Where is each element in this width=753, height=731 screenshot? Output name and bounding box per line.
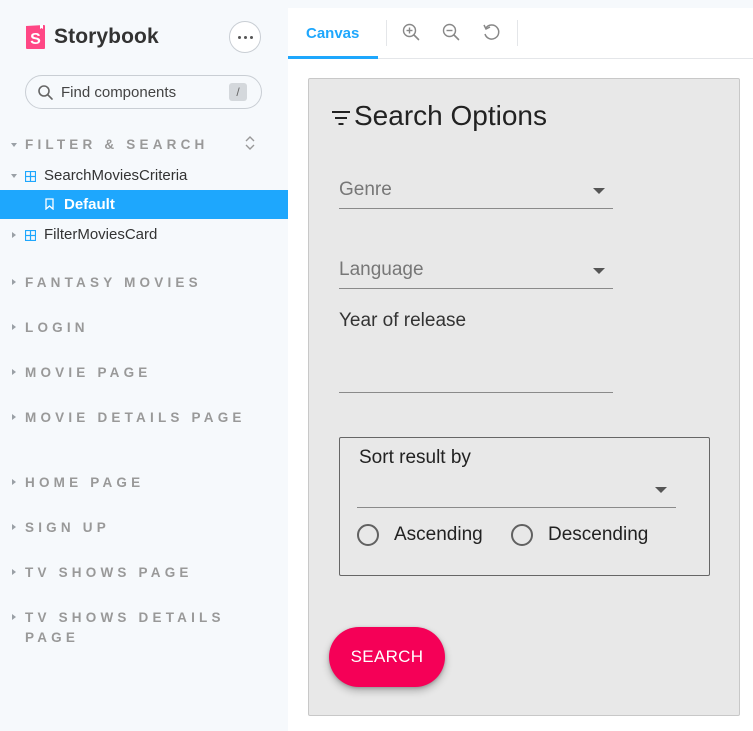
dropdown-arrow-icon <box>593 188 605 194</box>
sidebar-group-fantasy-movies[interactable]: FANTASY MOVIES <box>25 273 265 293</box>
caret-right-icon <box>12 324 16 330</box>
search-icon <box>38 85 53 100</box>
radio-ascending-label: Ascending <box>394 524 483 545</box>
card-title: Search Options <box>354 100 547 131</box>
radio-descending[interactable]: Descending <box>511 522 648 548</box>
sidebar-group-tv-shows-details-page[interactable]: TV SHOWS DETAILS PAGE <box>25 608 265 648</box>
radio-ascending[interactable]: Ascending <box>357 522 483 548</box>
language-select[interactable]: Language <box>339 254 613 289</box>
sidebar-group-tv-shows-page[interactable]: TV SHOWS PAGE <box>25 563 265 583</box>
caret-right-icon <box>12 369 16 375</box>
caret-right-icon <box>12 232 16 238</box>
year-of-release-label: Year of release <box>339 310 467 331</box>
caret-right-icon <box>12 524 16 530</box>
sort-select[interactable] <box>357 476 676 508</box>
sidebar-story-default[interactable]: Default <box>0 190 288 219</box>
search-button[interactable]: SEARCH <box>329 627 445 687</box>
preview-toolbar: Canvas <box>288 8 753 59</box>
radio-circle-icon <box>511 524 533 546</box>
caret-right-icon <box>12 614 16 620</box>
reset-zoom-icon[interactable] <box>481 22 501 42</box>
sidebar-menu-button[interactable] <box>229 21 261 53</box>
dot-icon <box>237 35 241 39</box>
brand-name: Storybook <box>54 25 159 48</box>
caret-right-icon <box>12 279 16 285</box>
expand-collapse-icon[interactable] <box>244 135 256 151</box>
sidebar-component-search-movies-criteria[interactable]: SearchMoviesCriteria <box>44 167 187 184</box>
caret-right-icon <box>12 479 16 485</box>
year-of-release-input[interactable] <box>339 345 613 393</box>
search-input[interactable] <box>61 76 211 108</box>
caret-right-icon <box>12 414 16 420</box>
sidebar-group-filter-search[interactable]: FILTER & SEARCH <box>25 135 265 155</box>
bookmark-icon <box>45 198 54 210</box>
sidebar-group-movie-details-page[interactable]: MOVIE DETAILS PAGE <box>25 408 265 428</box>
component-icon <box>25 230 36 241</box>
sidebar-group-movie-page[interactable]: MOVIE PAGE <box>25 363 265 383</box>
sidebar-group-home-page[interactable]: HOME PAGE <box>25 473 265 493</box>
radio-descending-label: Descending <box>548 524 649 545</box>
sidebar-group-sign-up[interactable]: SIGN UP <box>25 518 265 538</box>
language-placeholder: Language <box>339 259 424 280</box>
story-label: Default <box>64 196 115 213</box>
sort-label: Sort result by <box>359 447 471 468</box>
search-shortcut-key: / <box>229 83 247 101</box>
dropdown-arrow-icon <box>593 268 605 274</box>
tab-canvas-label: Canvas <box>306 25 360 42</box>
component-search: / <box>25 75 262 109</box>
caret-down-icon <box>11 174 17 178</box>
brand[interactable]: S Storybook <box>25 24 159 50</box>
storybook-logo-icon: S <box>26 25 45 49</box>
filter-list-icon <box>332 111 350 125</box>
dot-icon <box>249 35 253 39</box>
genre-select[interactable]: Genre <box>339 174 613 209</box>
svg-text:S: S <box>30 31 41 48</box>
sidebar-group-login[interactable]: LOGIN <box>25 318 265 338</box>
sidebar: S Storybook / FILTER & SEARCH SearchMovi… <box>0 0 288 731</box>
zoom-in-icon[interactable] <box>401 22 421 42</box>
tab-canvas[interactable]: Canvas <box>288 8 378 59</box>
toolbar-divider <box>386 20 387 46</box>
sidebar-component-filter-movies-card[interactable]: FilterMoviesCard <box>44 226 157 243</box>
caret-right-icon <box>12 569 16 575</box>
caret-down-icon <box>11 143 17 147</box>
zoom-out-icon[interactable] <box>441 22 461 42</box>
dropdown-arrow-icon <box>655 487 667 493</box>
component-icon <box>25 171 36 182</box>
dot-icon <box>243 35 247 39</box>
genre-placeholder: Genre <box>339 179 392 200</box>
toolbar-divider <box>517 20 518 46</box>
radio-circle-icon <box>357 524 379 546</box>
